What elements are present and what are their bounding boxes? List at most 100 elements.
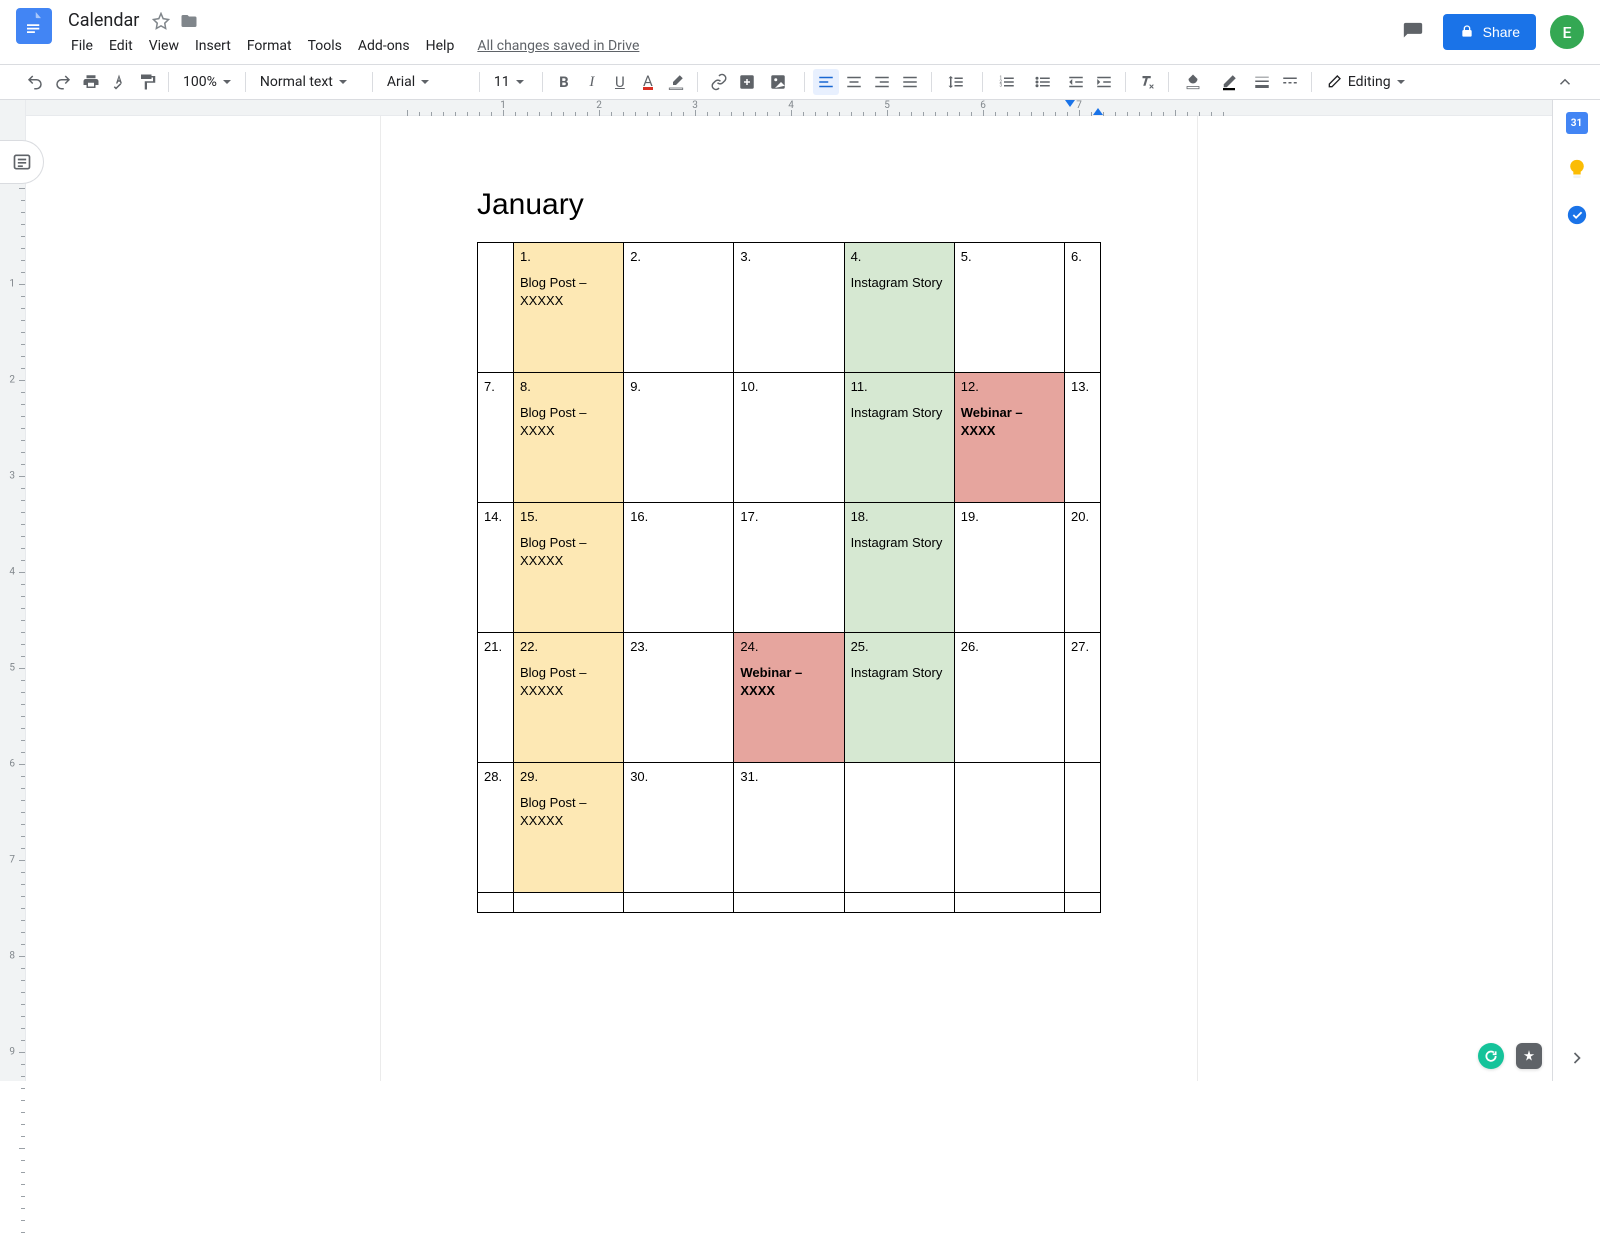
italic-button[interactable]: I — [579, 69, 605, 95]
calendar-cell[interactable]: 3. — [734, 243, 844, 373]
numbered-list-button[interactable]: 123 — [991, 69, 1025, 95]
undo-button[interactable] — [22, 69, 48, 95]
calendar-cell[interactable]: 23. — [624, 633, 734, 763]
menu-edit[interactable]: Edit — [102, 36, 140, 56]
bold-button[interactable]: B — [551, 69, 577, 95]
insert-image-button[interactable] — [762, 69, 796, 95]
align-right-button[interactable] — [869, 69, 895, 95]
font-family-select[interactable]: Arial — [381, 69, 471, 95]
calendar-cell[interactable]: 27. — [1065, 633, 1101, 763]
align-left-button[interactable] — [813, 69, 839, 95]
share-button[interactable]: Share — [1443, 14, 1536, 50]
menu-insert[interactable]: Insert — [188, 36, 238, 56]
calendar-cell[interactable]: 18.Instagram Story — [844, 503, 954, 633]
calendar-cell[interactable]: 16. — [624, 503, 734, 633]
bulleted-list-button[interactable] — [1027, 69, 1061, 95]
calendar-cell[interactable]: 2. — [624, 243, 734, 373]
calendar-cell[interactable] — [954, 763, 1064, 893]
menu-tools[interactable]: Tools — [301, 36, 349, 56]
font-size-select[interactable]: 11 — [488, 69, 534, 95]
google-tasks-icon[interactable] — [1566, 204, 1588, 226]
calendar-cell[interactable]: 13. — [1065, 373, 1101, 503]
insert-link-button[interactable] — [706, 69, 732, 95]
page[interactable]: January 1.Blog Post – XXXXX2.3.4.Instagr… — [381, 116, 1197, 1081]
add-comment-button[interactable] — [734, 69, 760, 95]
highlight-color-button[interactable] — [663, 69, 689, 95]
calendar-cell[interactable]: 10. — [734, 373, 844, 503]
open-comments-button[interactable] — [1397, 16, 1429, 48]
menu-help[interactable]: Help — [419, 36, 462, 56]
document-canvas[interactable]: January 1.Blog Post – XXXXX2.3.4.Instagr… — [26, 100, 1552, 1081]
redo-button[interactable] — [50, 69, 76, 95]
calendar-cell[interactable]: 9. — [624, 373, 734, 503]
calendar-cell[interactable]: 29.Blog Post – XXXXX — [514, 763, 624, 893]
menu-format[interactable]: Format — [240, 36, 299, 56]
calendar-cell[interactable]: 21. — [478, 633, 514, 763]
save-status[interactable]: All changes saved in Drive — [477, 38, 639, 54]
calendar-cell[interactable] — [734, 893, 844, 913]
calendar-cell[interactable]: 6. — [1065, 243, 1101, 373]
calendar-cell[interactable]: 5. — [954, 243, 1064, 373]
paragraph-style-select[interactable]: Normal text — [254, 69, 364, 95]
calendar-table[interactable]: 1.Blog Post – XXXXX2.3.4.Instagram Story… — [477, 242, 1101, 913]
calendar-cell[interactable] — [844, 763, 954, 893]
align-center-button[interactable] — [841, 69, 867, 95]
calendar-cell[interactable]: 30. — [624, 763, 734, 893]
collapse-toolbar-button[interactable] — [1552, 69, 1578, 95]
text-color-button[interactable]: A — [635, 69, 661, 95]
calendar-cell[interactable]: 20. — [1065, 503, 1101, 633]
calendar-cell[interactable]: 12.Webinar – XXXX — [954, 373, 1064, 503]
calendar-cell[interactable] — [1065, 763, 1101, 893]
align-justify-button[interactable] — [897, 69, 923, 95]
menu-file[interactable]: File — [64, 36, 100, 56]
underline-button[interactable]: U — [607, 69, 633, 95]
document-title[interactable]: Calendar — [64, 9, 143, 33]
calendar-cell[interactable]: 31. — [734, 763, 844, 893]
grammarly-icon[interactable] — [1478, 1043, 1504, 1069]
show-outline-button[interactable] — [0, 140, 44, 184]
paint-format-button[interactable] — [134, 69, 160, 95]
docs-logo-icon[interactable] — [16, 8, 52, 44]
calendar-cell[interactable]: 7. — [478, 373, 514, 503]
clear-formatting-button[interactable] — [1134, 69, 1160, 95]
horizontal-ruler[interactable]: 1234567 — [26, 100, 1552, 116]
calendar-cell[interactable]: 4.Instagram Story — [844, 243, 954, 373]
calendar-cell[interactable] — [478, 893, 514, 913]
border-color-button[interactable] — [1213, 69, 1247, 95]
calendar-cell[interactable] — [954, 893, 1064, 913]
decrease-indent-button[interactable] — [1063, 69, 1089, 95]
calendar-cell[interactable] — [514, 893, 624, 913]
calendar-cell[interactable] — [478, 243, 514, 373]
line-spacing-button[interactable] — [940, 69, 974, 95]
calendar-cell[interactable]: 8.Blog Post – XXXX — [514, 373, 624, 503]
calendar-cell[interactable]: 11.Instagram Story — [844, 373, 954, 503]
calendar-cell[interactable]: 26. — [954, 633, 1064, 763]
calendar-cell[interactable]: 19. — [954, 503, 1064, 633]
calendar-cell[interactable]: 17. — [734, 503, 844, 633]
calendar-cell[interactable] — [844, 893, 954, 913]
calendar-cell[interactable]: 1.Blog Post – XXXXX — [514, 243, 624, 373]
calendar-cell[interactable]: 14. — [478, 503, 514, 633]
calendar-cell[interactable]: 28. — [478, 763, 514, 893]
account-avatar[interactable]: E — [1550, 15, 1584, 49]
zoom-select[interactable]: 100% — [177, 69, 237, 95]
google-keep-icon[interactable] — [1566, 158, 1588, 180]
calendar-cell[interactable]: 24.Webinar – XXXX — [734, 633, 844, 763]
spellcheck-button[interactable] — [106, 69, 132, 95]
calendar-cell[interactable] — [624, 893, 734, 913]
show-side-panel-button[interactable] — [1566, 1047, 1588, 1069]
calendar-cell[interactable]: 25.Instagram Story — [844, 633, 954, 763]
calendar-cell[interactable]: 22.Blog Post – XXXXX — [514, 633, 624, 763]
print-button[interactable] — [78, 69, 104, 95]
border-style-button[interactable] — [1277, 69, 1303, 95]
menu-add-ons[interactable]: Add-ons — [351, 36, 417, 56]
google-calendar-icon[interactable]: 31 — [1566, 112, 1588, 134]
cell-fill-color-button[interactable] — [1177, 69, 1211, 95]
calendar-cell[interactable]: 15.Blog Post – XXXXX — [514, 503, 624, 633]
increase-indent-button[interactable] — [1091, 69, 1117, 95]
page-heading[interactable]: January — [477, 188, 1101, 222]
folder-move-icon[interactable] — [179, 11, 199, 31]
explore-button[interactable] — [1516, 1043, 1542, 1069]
star-icon[interactable] — [151, 11, 171, 31]
editing-mode-select[interactable]: Editing — [1320, 69, 1411, 95]
